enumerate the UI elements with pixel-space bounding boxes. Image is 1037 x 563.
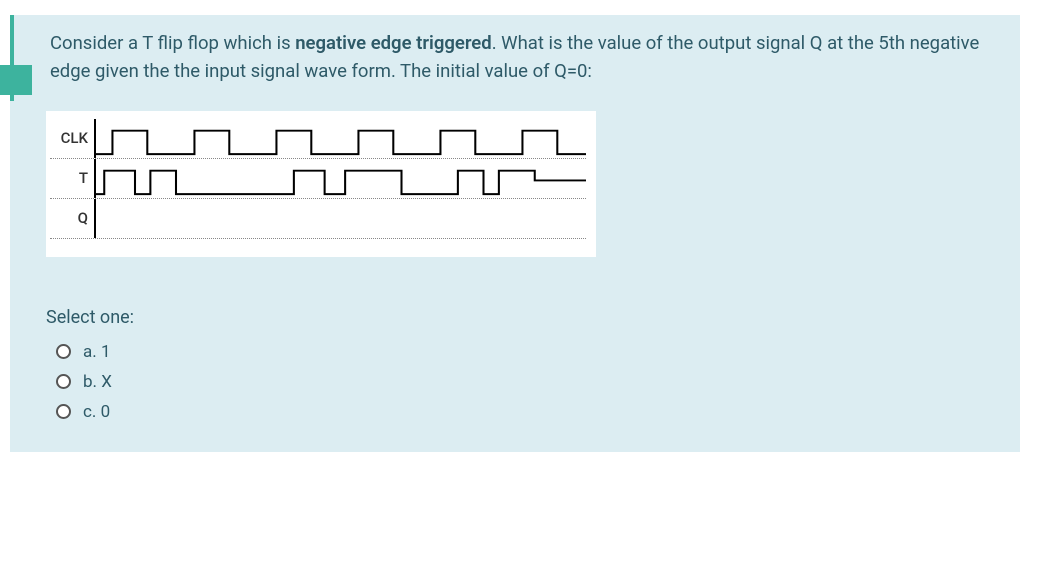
option-b-label: b. X <box>83 372 112 392</box>
option-c[interactable]: c. 0 <box>56 402 1020 422</box>
question-bold: negative edge triggered <box>295 32 491 54</box>
radio-icon <box>56 374 71 389</box>
signal-row-q: Q <box>50 199 586 239</box>
q-label: Q <box>50 209 94 227</box>
answer-section: Select one: a. 1 b. X c. 0 <box>10 257 1020 452</box>
option-a-label: a. 1 <box>83 342 111 362</box>
question-text: Consider a T flip flop which is negative… <box>10 15 1020 101</box>
q-waveform <box>94 199 586 238</box>
t-label: T <box>50 169 94 187</box>
clk-waveform <box>94 119 586 158</box>
option-b[interactable]: b. X <box>56 372 1020 392</box>
option-a[interactable]: a. 1 <box>56 342 1020 362</box>
t-waveform <box>94 159 586 198</box>
question-part1: Consider a T flip flop which is <box>50 32 295 54</box>
radio-icon <box>56 344 71 359</box>
select-prompt: Select one: <box>46 307 1020 328</box>
signal-row-clk: CLK <box>50 119 586 159</box>
clk-label: CLK <box>50 129 94 147</box>
option-c-label: c. 0 <box>83 402 110 422</box>
signal-row-t: T <box>50 159 586 199</box>
radio-icon <box>56 404 71 419</box>
question-container: Consider a T flip flop which is negative… <box>10 15 1020 452</box>
timing-diagram: CLK T Q <box>46 111 596 257</box>
accent-bar <box>0 65 32 95</box>
